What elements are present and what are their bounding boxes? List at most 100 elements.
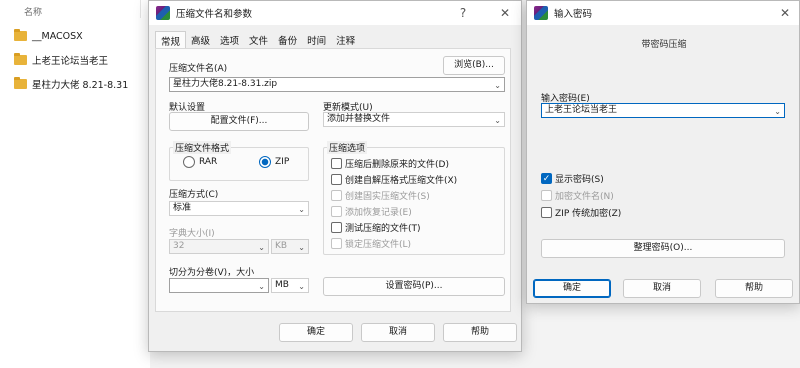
- chevron-down-icon: ⌄: [298, 205, 305, 214]
- checkbox-icon: [331, 190, 342, 201]
- checkbox-icon: [541, 207, 552, 218]
- password-value: 上老王论坛当老王: [545, 105, 618, 115]
- dict-unit-select[interactable]: KB ⌄: [271, 239, 309, 254]
- dict-unit-value: KB: [275, 241, 288, 251]
- delete-after-checkbox[interactable]: 压缩后删除原来的文件(D): [331, 157, 449, 170]
- archive-name-value: 星柱力大佬8.21-8.31.zip: [173, 79, 278, 89]
- cancel-button[interactable]: 取消: [361, 323, 435, 342]
- method-label: 压缩方式(C): [169, 190, 219, 200]
- password-dialog: 输入密码 ✕ 带密码压缩 输入密码(E) 上老王论坛当老王 ⌄ ✓ 显示密码(S…: [526, 0, 800, 304]
- archive-name-input[interactable]: 星柱力大佬8.21-8.31.zip ⌄: [169, 77, 505, 92]
- chevron-down-icon[interactable]: ⌄: [494, 79, 501, 91]
- solid-archive-label: 创建固实压缩文件(S): [345, 192, 430, 202]
- file-item[interactable]: __MACOSX: [14, 28, 83, 44]
- checkbox-icon: [541, 190, 552, 201]
- solid-archive-checkbox[interactable]: 创建固实压缩文件(S): [331, 189, 430, 202]
- browse-button[interactable]: 浏览(B)...: [443, 56, 505, 75]
- set-password-button[interactable]: 设置密码(P)...: [323, 277, 505, 296]
- password-dialog-title: 输入密码: [554, 9, 593, 20]
- compression-options-title: 压缩选项: [327, 141, 368, 154]
- delete-after-label: 压缩后删除原来的文件(D): [345, 160, 449, 170]
- show-password-label: 显示密码(S): [555, 175, 604, 185]
- chevron-down-icon: ⌄: [258, 243, 265, 252]
- radio-icon: [183, 156, 195, 168]
- format-rar-radio[interactable]: RAR: [183, 156, 217, 168]
- tab-options[interactable]: 选项: [215, 31, 244, 48]
- chevron-down-icon: ⌄: [298, 282, 305, 291]
- chevron-down-icon[interactable]: ⌄: [258, 280, 265, 292]
- chevron-down-icon: ⌄: [494, 116, 501, 125]
- split-unit-select[interactable]: MB ⌄: [271, 278, 309, 293]
- format-rar-label: RAR: [199, 157, 218, 167]
- radio-selected-icon: [259, 156, 271, 168]
- file-item[interactable]: 上老王论坛当老王: [14, 52, 108, 68]
- help-button[interactable]: 帮助: [443, 323, 517, 342]
- ok-button[interactable]: 确定: [279, 323, 353, 342]
- tab-time[interactable]: 时间: [302, 31, 331, 48]
- checkbox-icon: [331, 222, 342, 233]
- zip-legacy-checkbox[interactable]: ZIP 传统加密(Z): [541, 206, 621, 219]
- test-files-checkbox[interactable]: 测试压缩的文件(T): [331, 221, 421, 234]
- profiles-button[interactable]: 配置文件(F)...: [169, 112, 309, 131]
- help-icon[interactable]: ?: [455, 5, 471, 21]
- checkbox-icon: [331, 238, 342, 249]
- name-column-header[interactable]: 名称: [24, 5, 42, 18]
- file-explorer: 名称 __MACOSX 上老王论坛当老王 星柱力大佬 8.21-8.31: [0, 0, 150, 368]
- winrar-icon: [534, 6, 548, 20]
- method-value: 标准: [173, 203, 192, 213]
- close-icon[interactable]: ✕: [497, 5, 513, 21]
- lock-archive-checkbox[interactable]: 锁定压缩文件(L): [331, 237, 411, 250]
- file-item-label: 星柱力大佬 8.21-8.31: [32, 80, 129, 91]
- sfx-checkbox[interactable]: 创建自解压格式压缩文件(X): [331, 173, 457, 186]
- checkmark-icon: ✓: [541, 173, 552, 184]
- tab-backup[interactable]: 备份: [273, 31, 302, 48]
- test-files-label: 测试压缩的文件(T): [345, 224, 421, 234]
- format-group-title: 压缩文件格式: [173, 141, 232, 154]
- archive-dialog-title: 压缩文件名和参数: [176, 9, 253, 20]
- tab-advanced[interactable]: 高级: [186, 31, 215, 48]
- dict-size-value: 32: [173, 241, 185, 251]
- password-dialog-titlebar[interactable]: 输入密码 ✕: [527, 1, 799, 25]
- file-item-label: __MACOSX: [32, 30, 83, 42]
- file-item-label: 上老王论坛当老王: [32, 56, 109, 67]
- recovery-record-label: 添加恢复记录(E): [345, 208, 412, 218]
- tab-comment[interactable]: 注释: [331, 31, 360, 48]
- folder-icon: [14, 77, 27, 89]
- organize-passwords-button[interactable]: 整理密码(O)...: [541, 239, 785, 258]
- archive-name-label: 压缩文件名(A): [169, 64, 228, 74]
- chevron-down-icon[interactable]: ⌄: [774, 105, 781, 117]
- split-label: 切分为分卷(V)，大小: [169, 268, 255, 278]
- method-select[interactable]: 标准 ⌄: [169, 201, 309, 216]
- cancel-button[interactable]: 取消: [623, 279, 701, 298]
- close-icon[interactable]: ✕: [777, 5, 793, 21]
- file-item[interactable]: 星柱力大佬 8.21-8.31: [14, 76, 128, 92]
- checkbox-icon: [331, 158, 342, 169]
- split-unit-value: MB: [275, 280, 289, 290]
- encrypt-filenames-checkbox[interactable]: 加密文件名(N): [541, 189, 614, 202]
- show-password-checkbox[interactable]: ✓ 显示密码(S): [541, 172, 604, 185]
- checkbox-icon: [331, 174, 342, 185]
- recovery-record-checkbox[interactable]: 添加恢复记录(E): [331, 205, 412, 218]
- archive-dialog-titlebar[interactable]: 压缩文件名和参数 ? ✕: [149, 1, 521, 25]
- folder-icon: [14, 29, 27, 41]
- format-zip-radio[interactable]: ZIP: [259, 156, 289, 168]
- lock-archive-label: 锁定压缩文件(L): [345, 240, 412, 250]
- ok-button[interactable]: 确定: [533, 279, 611, 298]
- tab-files[interactable]: 文件: [244, 31, 273, 48]
- checkbox-icon: [331, 206, 342, 217]
- tab-general[interactable]: 常规: [155, 31, 187, 48]
- archive-dialog: 压缩文件名和参数 ? ✕ 常规 高级 选项 文件 备份 时间 注释 压缩文件名(…: [148, 0, 522, 352]
- encrypt-filenames-label: 加密文件名(N): [555, 192, 614, 202]
- password-dialog-subtitle: 带密码压缩: [641, 40, 687, 50]
- zip-legacy-label: ZIP 传统加密(Z): [555, 209, 622, 219]
- help-button[interactable]: 帮助: [715, 279, 793, 298]
- winrar-icon: [156, 6, 170, 20]
- dict-size-select[interactable]: 32 ⌄: [169, 239, 269, 254]
- column-separator: [140, 0, 141, 18]
- split-size-input[interactable]: ⌄: [169, 278, 269, 293]
- folder-icon: [14, 53, 27, 65]
- sfx-label: 创建自解压格式压缩文件(X): [345, 176, 458, 186]
- update-mode-value: 添加并替换文件: [327, 114, 391, 124]
- password-input[interactable]: 上老王论坛当老王 ⌄: [541, 103, 785, 118]
- update-mode-select[interactable]: 添加并替换文件 ⌄: [323, 112, 505, 127]
